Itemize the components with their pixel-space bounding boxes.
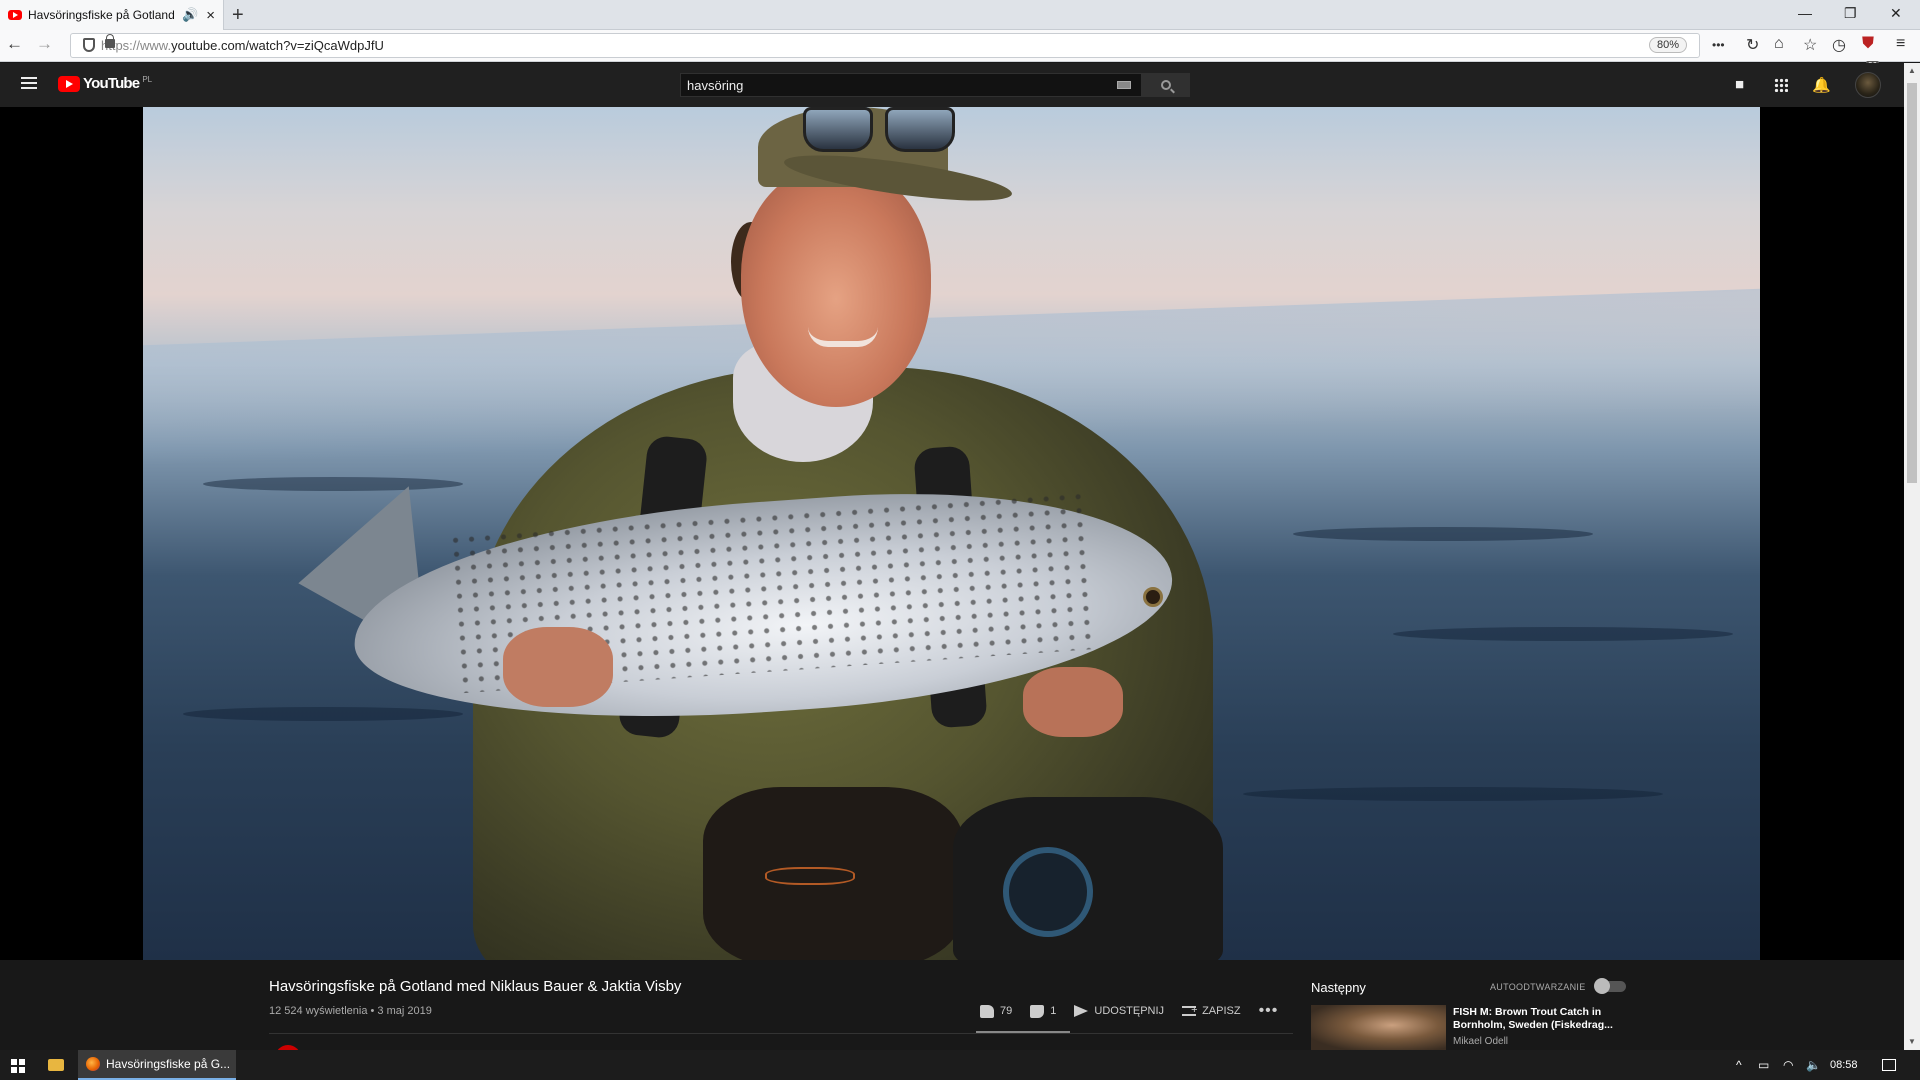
wave: [1293, 527, 1593, 541]
guide-menu-icon[interactable]: [21, 77, 37, 89]
url-text: youtube.com/watch?v=ziQcaWdpJfU: [171, 38, 384, 53]
lock-icon[interactable]: [105, 34, 115, 48]
shield-icon[interactable]: [83, 38, 95, 52]
fly-reel: [1003, 847, 1093, 937]
country-code: PL: [142, 74, 153, 84]
notifications-bell-icon[interactable]: 🔔: [1812, 76, 1831, 94]
youtube-play-icon: [58, 75, 80, 92]
close-tab-icon[interactable]: ×: [206, 7, 215, 24]
video-title: Havsöringsfiske på Gotland med Niklaus B…: [269, 978, 682, 995]
angler-smile: [808, 327, 878, 347]
firefox-icon: [86, 1057, 100, 1071]
file-explorer-icon[interactable]: [48, 1059, 64, 1071]
search-input[interactable]: havsöring: [680, 73, 1142, 97]
browser-nav-bar: ← → https://www. youtube.com/watch?v=ziQc…: [0, 30, 1920, 70]
share-label: UDOSTĘPNIJ: [1094, 1005, 1165, 1017]
search-query: havsöring: [687, 77, 744, 93]
sunglasses-lens: [885, 107, 955, 152]
speaker-icon[interactable]: 🔊: [182, 7, 198, 23]
thumbs-down-icon: [1030, 1004, 1045, 1018]
playlist-add-icon: [1182, 1004, 1198, 1016]
thumbs-up-icon: [980, 1004, 994, 1018]
reload-icon[interactable]: ↻: [1746, 35, 1759, 55]
address-bar[interactable]: https://www. youtube.com/watch?v=ziQcaWdp…: [70, 33, 1700, 58]
wave: [183, 707, 463, 721]
more-actions-button[interactable]: •••: [1259, 1002, 1279, 1020]
zoom-indicator[interactable]: 80%: [1648, 37, 1687, 53]
scrollbar-thumb[interactable]: [1907, 83, 1917, 483]
share-icon: [1074, 1005, 1089, 1017]
wave: [1243, 787, 1663, 801]
fish-eye: [1143, 587, 1163, 607]
account-avatar[interactable]: [1855, 72, 1881, 98]
search-button[interactable]: [1142, 73, 1190, 97]
minimize-button[interactable]: —: [1798, 5, 1812, 21]
angler-face: [741, 167, 931, 407]
notification-center-icon[interactable]: [1882, 1059, 1896, 1071]
sunglasses-lens: [803, 107, 873, 152]
clock[interactable]: 08:58: [1830, 1059, 1858, 1071]
next-video-channel[interactable]: Mikael Odell: [1453, 1036, 1508, 1047]
angler-hand: [1023, 667, 1123, 737]
browser-tab[interactable]: Havsöringsfiske på Gotland 🔊 ×: [0, 0, 224, 30]
angler-hand: [503, 627, 613, 707]
new-tab-button[interactable]: +: [232, 4, 244, 27]
next-video-thumbnail[interactable]: [1311, 1005, 1446, 1050]
video-player[interactable]: [143, 107, 1760, 960]
battery-icon[interactable]: ▭: [1758, 1058, 1769, 1072]
dislike-button[interactable]: 1: [1030, 1004, 1057, 1018]
scroll-up-icon[interactable]: ▲: [1908, 66, 1916, 75]
autoplay-toggle[interactable]: [1594, 978, 1626, 994]
youtube-logo[interactable]: YouTube PL: [58, 75, 152, 92]
divider: [269, 1033, 1293, 1034]
restore-button[interactable]: ❐: [1844, 5, 1857, 22]
windows-taskbar: Havsöringsfiske på G... ^ ▭ ◠ 🔈 08:58: [0, 1050, 1920, 1080]
save-label: ZAPISZ: [1202, 1005, 1241, 1017]
tray-chevron-icon[interactable]: ^: [1736, 1058, 1742, 1072]
home-icon[interactable]: ⌂: [1774, 35, 1784, 53]
share-button[interactable]: UDOSTĘPNIJ: [1074, 1005, 1164, 1017]
autoplay-label: AUTOODTWARZANIE: [1490, 982, 1586, 992]
up-next-label: Następny: [1311, 980, 1366, 995]
forward-arrow-icon[interactable]: →: [36, 34, 53, 54]
tab-title: Havsöringsfiske på Gotland: [28, 8, 175, 22]
wifi-icon[interactable]: ◠: [1783, 1058, 1793, 1072]
menu-icon[interactable]: ≡: [1896, 35, 1905, 53]
dislike-count: 1: [1050, 1005, 1057, 1017]
wave: [1393, 627, 1733, 641]
save-button[interactable]: ZAPISZ: [1182, 1004, 1241, 1017]
video-meta: 12 524 wyświetlenia • 3 maj 2019: [269, 1005, 432, 1017]
youtube-favicon-icon: [8, 10, 22, 20]
taskbar-task-title: Havsöringsfiske på G...: [106, 1057, 231, 1071]
page-actions-button[interactable]: •••: [1712, 38, 1725, 52]
wave: [203, 477, 463, 491]
bookmarks-icon[interactable]: ☆: [1803, 35, 1817, 55]
windows-start-icon[interactable]: [11, 1059, 25, 1073]
keyboard-icon[interactable]: [1117, 81, 1131, 89]
like-button[interactable]: 79: [980, 1004, 1013, 1018]
close-window-button[interactable]: ✕: [1890, 5, 1902, 22]
logo-text: YouTube: [83, 75, 140, 92]
video-actions: 79 1 UDOSTĘPNIJ ZAPISZ •••: [980, 1002, 1278, 1020]
scroll-down-icon[interactable]: ▼: [1908, 1037, 1916, 1046]
back-arrow-icon[interactable]: ←: [6, 34, 23, 54]
browser-tab-strip: Havsöringsfiske på Gotland 🔊 × + — ❐ ✕: [0, 0, 1920, 30]
next-video-title[interactable]: FISH M: Brown Trout Catch in Bornholm, S…: [1453, 1006, 1633, 1032]
taskbar-firefox-task[interactable]: Havsöringsfiske på G...: [78, 1050, 236, 1080]
sunglasses: [803, 107, 963, 152]
create-video-icon[interactable]: ■: [1735, 76, 1744, 93]
pouch-logo: [765, 867, 855, 885]
apps-grid-icon[interactable]: [1774, 78, 1788, 92]
youtube-masthead: YouTube PL havsöring ■ 🔔: [0, 63, 1920, 107]
volume-icon[interactable]: 🔈: [1806, 1058, 1821, 1072]
like-count: 79: [1000, 1005, 1013, 1017]
search-icon: [1161, 80, 1171, 90]
ublock-icon[interactable]: ⛊: [1862, 35, 1874, 53]
page-scrollbar[interactable]: ▲ ▼: [1904, 63, 1920, 1050]
history-icon[interactable]: ◷: [1832, 35, 1846, 55]
